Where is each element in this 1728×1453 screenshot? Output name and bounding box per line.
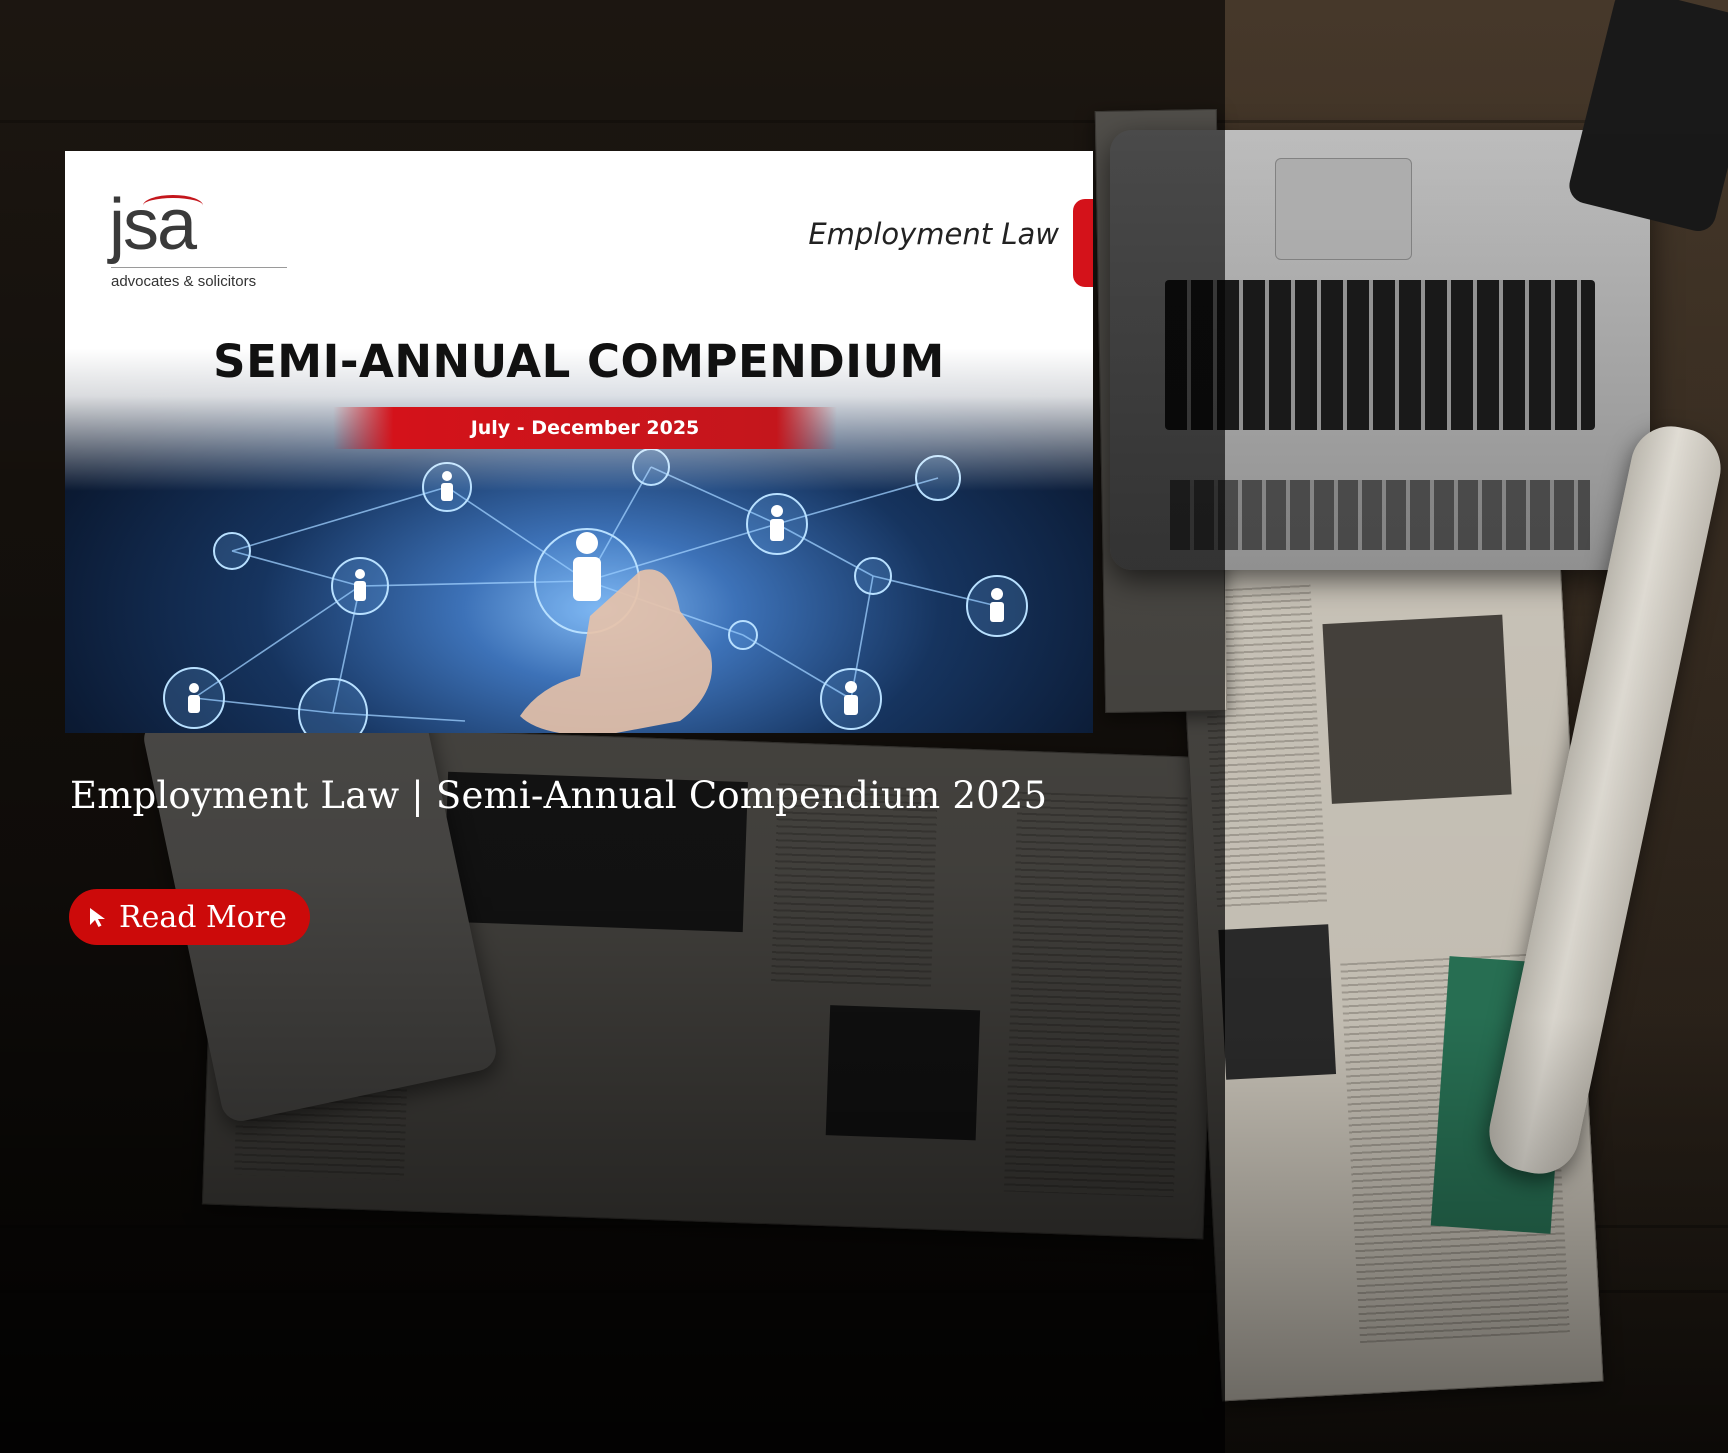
cursor-arrow-icon [90,908,105,927]
read-more-button[interactable]: Read More [69,889,310,945]
logo-tagline: advocates & solicitors [111,273,257,290]
featured-image[interactable]: jsa advocates & solicitors Employment La… [65,151,1093,733]
post-title[interactable]: Employment Law | Semi-Annual Compendium … [70,774,1047,817]
banner-headline: SEMI-ANNUAL COMPENDIUM [213,335,945,388]
read-more-label: Read More [119,899,287,935]
practice-area-label: Employment Law [808,217,1059,251]
banner-period: July - December 2025 [333,407,837,449]
practice-area-tab [1073,199,1093,287]
right-vignette [1225,0,1728,1453]
page: jsa advocates & solicitors Employment La… [0,0,1728,1453]
jsa-logo: jsa advocates & solicitors [109,185,289,295]
